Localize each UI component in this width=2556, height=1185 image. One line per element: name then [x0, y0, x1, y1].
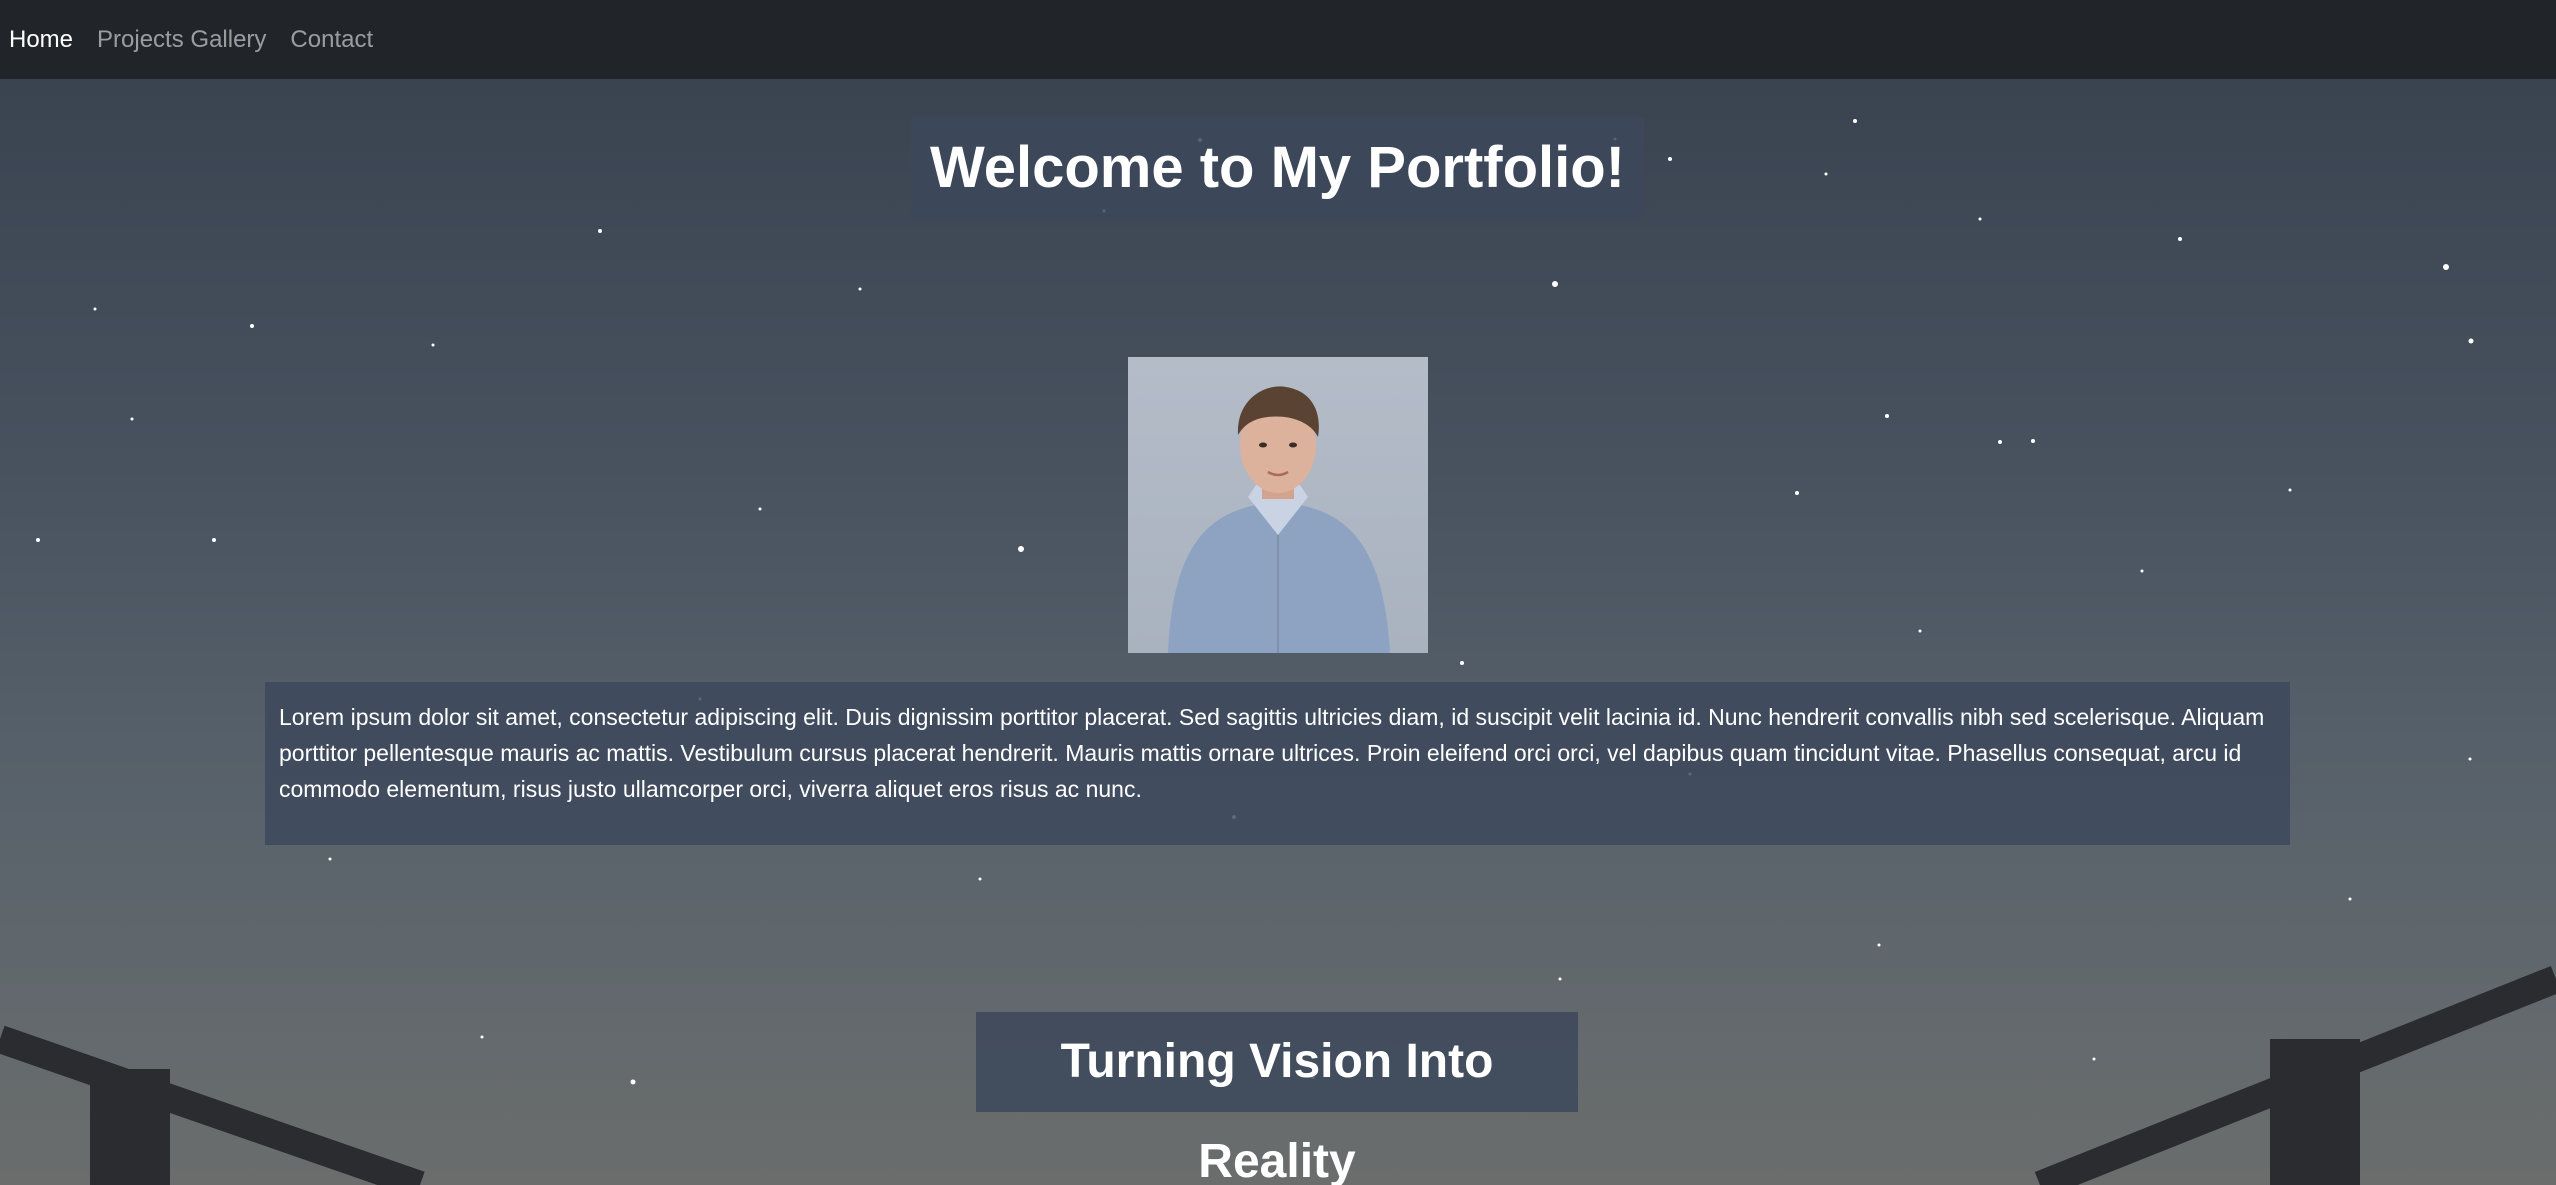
top-navbar: Home Projects Gallery Contact: [0, 0, 2556, 79]
nav-link-projects-gallery[interactable]: Projects Gallery: [97, 26, 266, 54]
nav-link-contact[interactable]: Contact: [290, 26, 373, 54]
nav-link-home[interactable]: Home: [9, 26, 73, 54]
person-portrait-image: [1168, 386, 1390, 653]
about-text-panel: Lorem ipsum dolor sit amet, consectetur …: [265, 682, 2290, 845]
hero-title: Welcome to My Portfolio!: [911, 117, 1644, 218]
profile-photo: [1128, 357, 1428, 653]
about-paragraph: Lorem ipsum dolor sit amet, consectetur …: [279, 704, 2265, 802]
section-title: Turning Vision Into Reality: [976, 1012, 1578, 1185]
